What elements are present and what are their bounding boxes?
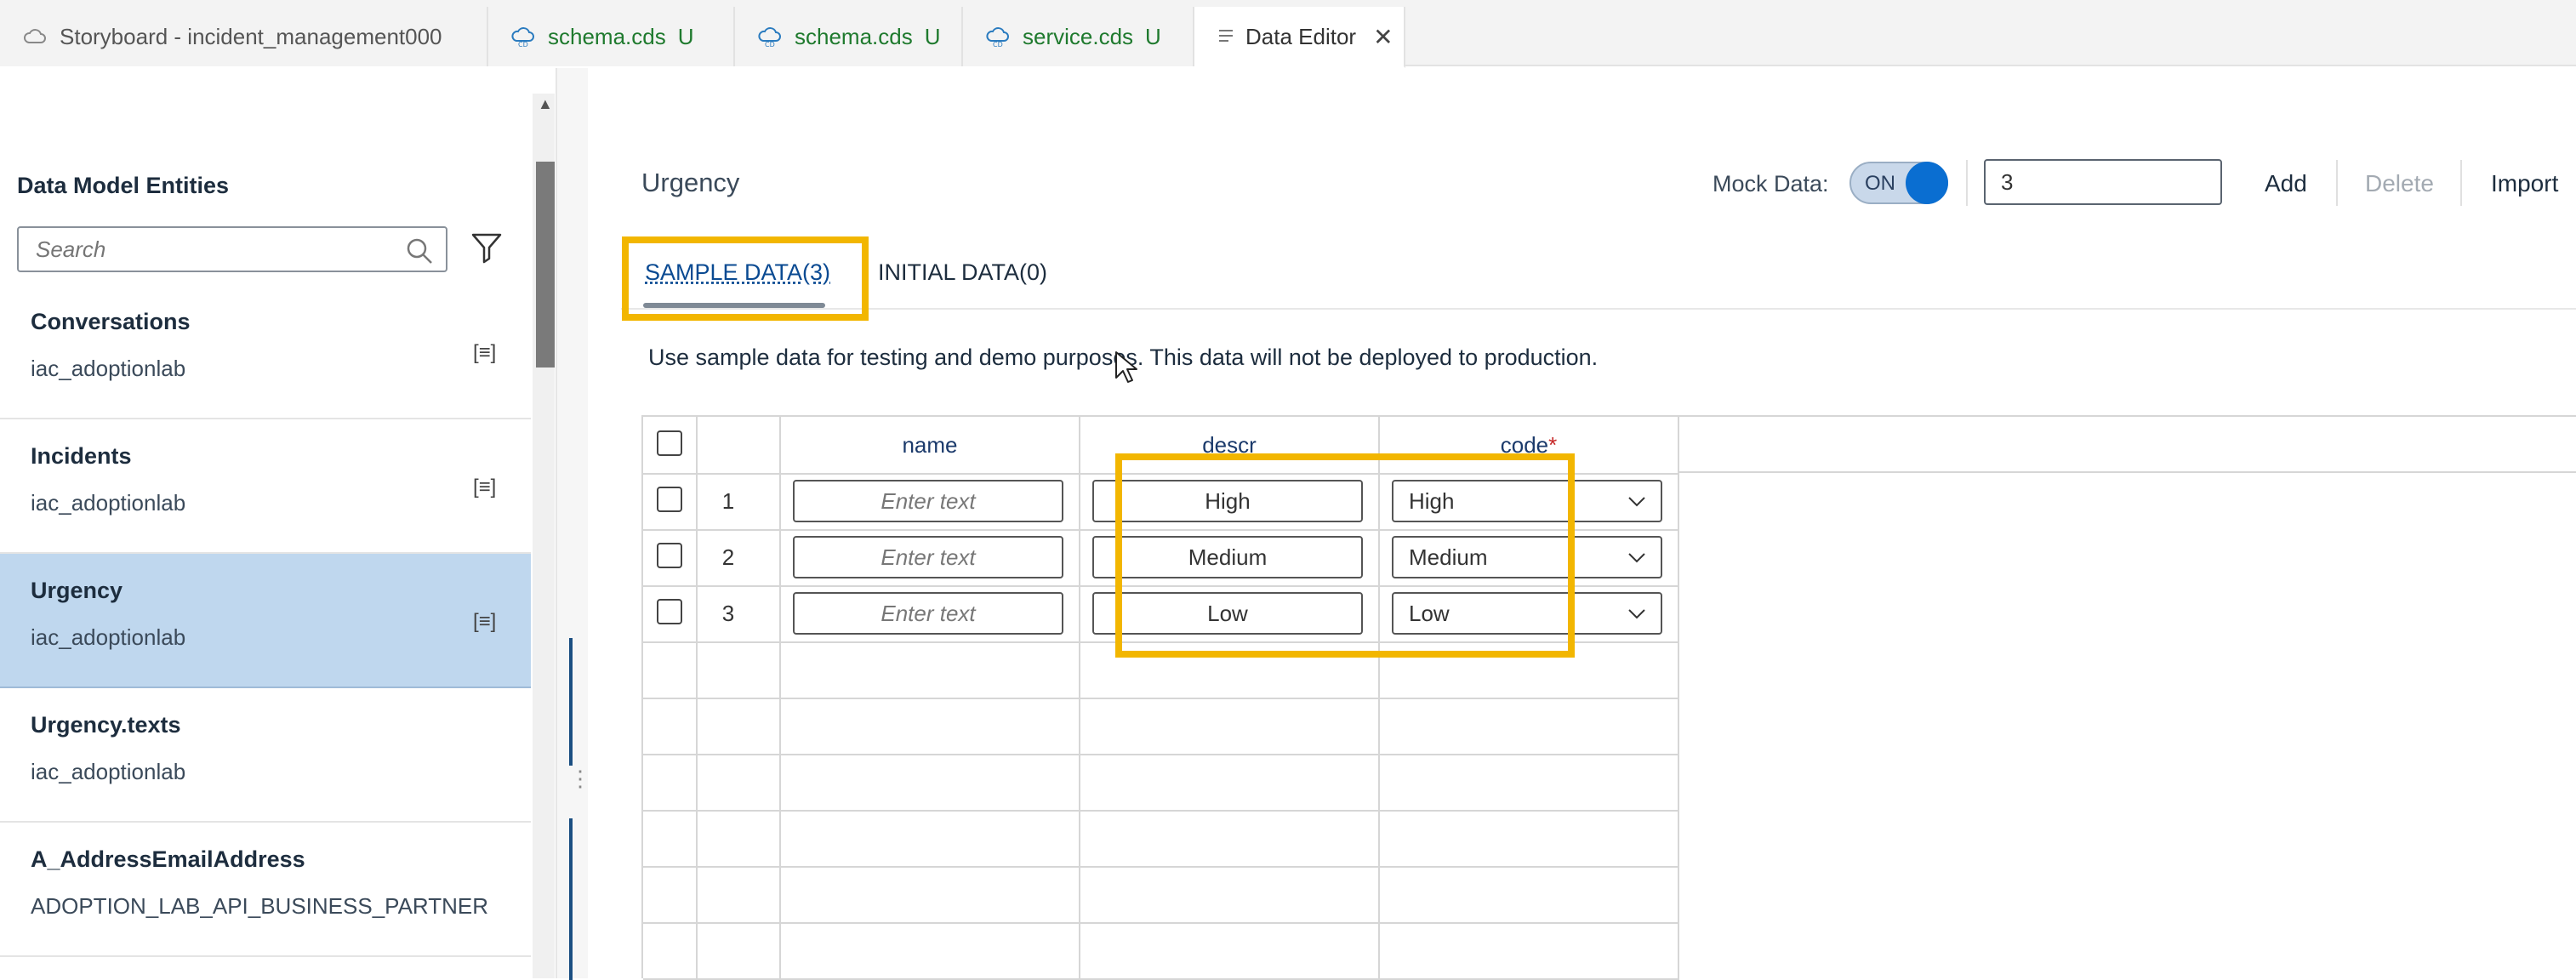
table-header-extension bbox=[1679, 415, 2576, 473]
name-input[interactable]: Enter text bbox=[793, 592, 1063, 635]
untracked-badge: U bbox=[925, 24, 941, 50]
entity-list: Conversations iac_adoptionlab [≡] Incide… bbox=[0, 285, 531, 957]
chevron-down-icon bbox=[1625, 602, 1649, 626]
entity-namespace: iac_adoptionlab bbox=[31, 759, 531, 785]
search-field[interactable] bbox=[17, 226, 447, 272]
toggle-state: ON bbox=[1865, 172, 1895, 196]
svg-text:CD: CD bbox=[993, 41, 1003, 48]
untracked-badge: U bbox=[1145, 24, 1161, 50]
list-details-icon[interactable]: [≡] bbox=[473, 610, 496, 634]
toolbar-divider bbox=[2336, 160, 2338, 206]
entity-item-incidents[interactable]: Incidents iac_adoptionlab [≡] bbox=[0, 419, 531, 554]
tab-service-cds[interactable]: CD service.cds U bbox=[963, 7, 1194, 66]
grid-line bbox=[643, 922, 1679, 924]
row-checkbox[interactable] bbox=[657, 543, 682, 568]
cds-file-icon: CD bbox=[757, 24, 783, 49]
splitter-grip-icon[interactable]: ⋮ bbox=[569, 774, 591, 783]
panel-title: Data Model Entities bbox=[17, 173, 229, 199]
grid-line bbox=[643, 698, 1679, 699]
row-number: 2 bbox=[703, 544, 754, 571]
entity-item-a-addressemailaddress[interactable]: A_AddressEmailAddress ADOPTION_LAB_API_B… bbox=[0, 823, 531, 957]
delete-button[interactable]: Delete bbox=[2365, 170, 2434, 197]
entity-item-urgency-texts[interactable]: Urgency.texts iac_adoptionlab bbox=[0, 688, 531, 823]
grid-line bbox=[643, 810, 1679, 812]
tab-label: service.cds bbox=[1023, 24, 1133, 50]
name-input[interactable]: Enter text bbox=[793, 480, 1063, 522]
entity-title: Urgency bbox=[641, 168, 739, 198]
entity-name: Urgency bbox=[31, 578, 531, 604]
tab-label: Data Editor bbox=[1245, 24, 1356, 50]
grid-line bbox=[643, 866, 1679, 868]
entity-namespace: ADOPTION_LAB_API_BUSINESS_PARTNER bbox=[31, 893, 531, 920]
search-icon[interactable] bbox=[405, 236, 434, 265]
entity-name: A_AddressEmailAddress bbox=[31, 846, 531, 873]
tab-schema-cds-1[interactable]: CD schema.cds U bbox=[488, 7, 735, 66]
tab-initial-data[interactable]: INITIAL DATA(0) bbox=[878, 259, 1047, 286]
panel-splitter[interactable]: ⋮ bbox=[557, 68, 588, 978]
entity-item-urgency[interactable]: Urgency iac_adoptionlab [≡] bbox=[0, 554, 531, 688]
cds-file-icon: CD bbox=[985, 24, 1011, 49]
chevron-down-icon bbox=[1625, 546, 1649, 570]
svg-text:CD: CD bbox=[765, 41, 775, 48]
row-checkbox[interactable] bbox=[657, 599, 682, 624]
tab-label: schema.cds bbox=[795, 24, 913, 50]
tabs-divider bbox=[621, 308, 2576, 310]
add-button[interactable]: Add bbox=[2265, 170, 2307, 197]
entity-name: Incidents bbox=[31, 443, 531, 470]
highlight-box bbox=[1115, 453, 1575, 658]
cloud-icon bbox=[22, 24, 48, 49]
row-number: 1 bbox=[703, 488, 754, 515]
import-button[interactable]: Import bbox=[2491, 170, 2558, 197]
tab-schema-cds-2[interactable]: CD schema.cds U bbox=[735, 7, 963, 66]
mock-data-label: Mock Data: bbox=[1713, 171, 1829, 197]
sidebar-scrollbar[interactable]: ▲ bbox=[533, 94, 555, 978]
mouse-pointer-icon bbox=[1114, 350, 1140, 385]
mock-count-input[interactable] bbox=[1984, 159, 2222, 205]
untracked-badge: U bbox=[678, 24, 694, 50]
scroll-up-icon[interactable]: ▲ bbox=[538, 95, 553, 113]
entity-namespace: iac_adoptionlab bbox=[31, 356, 531, 382]
tab-label: Storyboard - incident_management000 bbox=[60, 24, 442, 50]
cds-file-icon: CD bbox=[510, 24, 536, 49]
select-all-checkbox[interactable] bbox=[657, 430, 682, 456]
tab-storyboard[interactable]: Storyboard - incident_management000 bbox=[0, 7, 488, 66]
list-details-icon[interactable]: [≡] bbox=[473, 341, 496, 365]
tab-label: schema.cds bbox=[548, 24, 666, 50]
filter-icon[interactable] bbox=[470, 231, 504, 264]
toolbar-divider bbox=[1966, 160, 1968, 206]
close-icon[interactable]: ✕ bbox=[1373, 23, 1393, 51]
mock-data-toggle[interactable]: ON bbox=[1849, 162, 1948, 204]
editor-tab-bar: Storyboard - incident_management000 CD s… bbox=[0, 0, 2576, 66]
entity-namespace: iac_adoptionlab bbox=[31, 624, 531, 651]
list-details-icon[interactable]: [≡] bbox=[473, 476, 496, 499]
name-input[interactable]: Enter text bbox=[793, 536, 1063, 578]
row-number: 3 bbox=[703, 601, 754, 627]
search-input[interactable] bbox=[19, 228, 376, 271]
highlight-box bbox=[622, 236, 869, 321]
splitter-accent bbox=[569, 818, 573, 980]
chevron-down-icon bbox=[1625, 490, 1649, 514]
svg-text:CD: CD bbox=[518, 41, 528, 48]
scroll-thumb[interactable] bbox=[536, 162, 555, 368]
entity-item-conversations[interactable]: Conversations iac_adoptionlab [≡] bbox=[0, 285, 531, 419]
entity-name: Urgency.texts bbox=[31, 712, 531, 738]
document-icon bbox=[1217, 26, 1235, 47]
splitter-accent bbox=[569, 638, 573, 766]
toolbar-divider bbox=[2460, 160, 2462, 206]
row-checkbox[interactable] bbox=[657, 487, 682, 512]
entity-namespace: iac_adoptionlab bbox=[31, 490, 531, 516]
tab-data-editor[interactable]: Data Editor ✕ bbox=[1194, 7, 1405, 68]
entity-name: Conversations bbox=[31, 309, 531, 335]
grid-line bbox=[643, 754, 1679, 755]
toggle-knob bbox=[1906, 162, 1948, 204]
column-header-name[interactable]: name bbox=[781, 432, 1079, 459]
